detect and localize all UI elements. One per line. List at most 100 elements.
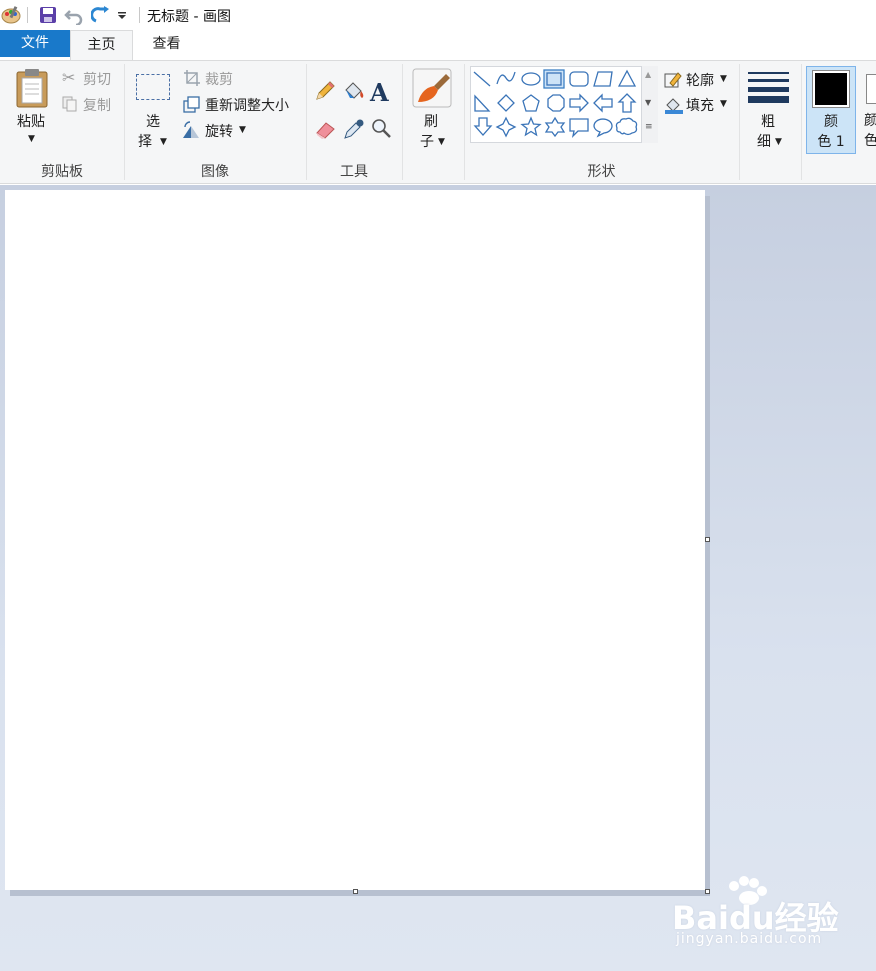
oval-callout-shape-icon bbox=[593, 118, 613, 138]
four-point-star-shape-icon bbox=[495, 116, 517, 138]
color1-swatch-frame bbox=[812, 70, 850, 108]
magnifier-icon[interactable] bbox=[371, 118, 393, 140]
shapes-grid bbox=[473, 69, 638, 138]
tab-view[interactable]: 查看 bbox=[135, 30, 198, 57]
shapes-group-label: 形状 bbox=[587, 164, 616, 180]
select-button[interactable]: 选 择 ▼ bbox=[132, 66, 176, 152]
chevron-down-icon: ▼ bbox=[720, 99, 727, 109]
chevron-down-icon: ▼ bbox=[775, 137, 782, 147]
resize-label: 重新调整大小 bbox=[205, 98, 289, 114]
resize-handle-bottom[interactable] bbox=[353, 889, 358, 894]
clipboard-icon bbox=[14, 68, 50, 108]
line-width-icon bbox=[748, 70, 789, 104]
rotate-label: 旋转 bbox=[205, 124, 233, 140]
paste-label: 粘贴 bbox=[17, 114, 45, 130]
hexagon-shape-icon bbox=[547, 94, 565, 112]
select-label-line2: 择 bbox=[138, 134, 152, 150]
paint-app-icon[interactable] bbox=[0, 4, 22, 26]
curve-shape-icon bbox=[496, 71, 516, 85]
brushes-button[interactable]: 刷 子 ▼ bbox=[408, 66, 456, 152]
outline-button[interactable]: 轮廓 ▼ bbox=[664, 70, 734, 90]
drawing-canvas[interactable] bbox=[5, 190, 705, 890]
color-picker-icon[interactable] bbox=[343, 118, 365, 140]
outline-label: 轮廓 bbox=[686, 73, 714, 89]
triangle-shape-icon bbox=[617, 69, 637, 87]
image-group-label: 图像 bbox=[201, 164, 229, 180]
resize-button[interactable]: 重新调整大小 bbox=[183, 94, 303, 114]
separator bbox=[27, 7, 28, 23]
color2-button[interactable]: 颜 色 bbox=[862, 66, 876, 154]
save-icon[interactable] bbox=[39, 6, 57, 24]
brush-icon bbox=[412, 68, 452, 108]
tools-group-label: 工具 bbox=[340, 164, 368, 180]
resize-handle-right[interactable] bbox=[705, 537, 710, 542]
size-button[interactable]: 粗 细 ▼ bbox=[745, 66, 793, 152]
copy-button[interactable]: 复制 bbox=[62, 94, 122, 114]
group-separator bbox=[739, 64, 740, 180]
up-arrow-shape-icon bbox=[617, 93, 637, 113]
cut-label: 剪切 bbox=[83, 72, 111, 88]
expand-gallery-icon[interactable]: ≡ bbox=[645, 122, 653, 132]
color2-swatch bbox=[866, 74, 876, 104]
cloud-callout-shape-icon bbox=[615, 117, 638, 136]
color1-label-line2: 色 1 bbox=[817, 134, 845, 150]
rotate-button[interactable]: 旋转 ▼ bbox=[181, 120, 261, 140]
line-shape-icon bbox=[473, 71, 491, 87]
down-arrow-shape-icon bbox=[473, 117, 493, 136]
right-arrow-shape-icon bbox=[569, 93, 589, 113]
rounded-rectangle-shape-icon bbox=[569, 71, 589, 87]
separator bbox=[139, 7, 140, 23]
pentagon-shape-icon bbox=[522, 94, 540, 112]
scroll-up-icon[interactable]: ▲ bbox=[645, 70, 651, 79]
five-point-star-shape-icon bbox=[520, 116, 542, 137]
color1-label-line1: 颜 bbox=[824, 114, 838, 130]
rectangle-callout-shape-icon bbox=[569, 118, 589, 138]
fill-icon bbox=[664, 96, 684, 114]
watermark-url: jingyan.baidu.com bbox=[676, 931, 823, 947]
redo-icon[interactable] bbox=[90, 5, 111, 25]
chevron-down-icon: ▼ bbox=[239, 125, 246, 135]
copy-label: 复制 bbox=[83, 98, 111, 114]
tab-home[interactable]: 主页 bbox=[70, 30, 133, 60]
fill-label: 填充 bbox=[686, 98, 714, 114]
shapes-gallery-scrollbar[interactable]: ▲ ▼ ≡ bbox=[641, 66, 658, 143]
chevron-down-icon: ▼ bbox=[438, 137, 445, 147]
text-tool-icon[interactable]: A bbox=[370, 78, 392, 107]
copy-icon bbox=[62, 96, 78, 112]
rotate-icon bbox=[181, 121, 201, 139]
crop-label: 裁剪 bbox=[205, 72, 233, 88]
tab-file[interactable]: 文件 bbox=[0, 30, 70, 57]
pencil-icon[interactable] bbox=[314, 80, 336, 102]
select-label-line1: 选 bbox=[146, 114, 160, 130]
fill-button[interactable]: 填充 ▼ bbox=[664, 95, 734, 115]
resize-icon bbox=[183, 95, 201, 113]
fill-bucket-icon[interactable] bbox=[342, 80, 366, 102]
color2-label-line2: 色 bbox=[864, 133, 876, 149]
color1-swatch bbox=[815, 73, 847, 105]
right-triangle-shape-icon bbox=[474, 94, 491, 112]
undo-icon[interactable] bbox=[64, 5, 84, 27]
customize-quick-access-icon[interactable] bbox=[116, 9, 128, 21]
scissors-icon: ✂ bbox=[62, 68, 76, 87]
paste-button[interactable]: 粘贴 ▼ bbox=[8, 66, 56, 150]
color1-button[interactable]: 颜 色 1 bbox=[806, 66, 856, 154]
group-separator bbox=[402, 64, 403, 180]
chevron-down-icon: ▼ bbox=[28, 134, 35, 144]
group-separator bbox=[801, 64, 802, 180]
polygon-shape-icon bbox=[593, 71, 613, 87]
oval-shape-icon bbox=[521, 72, 541, 86]
scroll-down-icon[interactable]: ▼ bbox=[645, 98, 651, 107]
window-title: 无标题 - 画图 bbox=[147, 9, 231, 25]
select-rectangle-icon bbox=[136, 74, 170, 100]
chevron-down-icon: ▼ bbox=[720, 74, 727, 84]
title-bar bbox=[0, 0, 876, 30]
cut-button[interactable]: ✂ 剪切 bbox=[62, 68, 122, 88]
diamond-shape-icon bbox=[497, 94, 515, 112]
crop-button[interactable]: 裁剪 bbox=[183, 68, 253, 88]
brushes-label-line1: 刷 bbox=[424, 114, 438, 130]
eraser-icon[interactable] bbox=[314, 118, 338, 140]
crop-icon bbox=[183, 69, 201, 87]
chevron-down-icon: ▼ bbox=[160, 137, 167, 147]
size-label-line1: 粗 bbox=[761, 114, 775, 130]
outline-icon bbox=[664, 71, 682, 89]
